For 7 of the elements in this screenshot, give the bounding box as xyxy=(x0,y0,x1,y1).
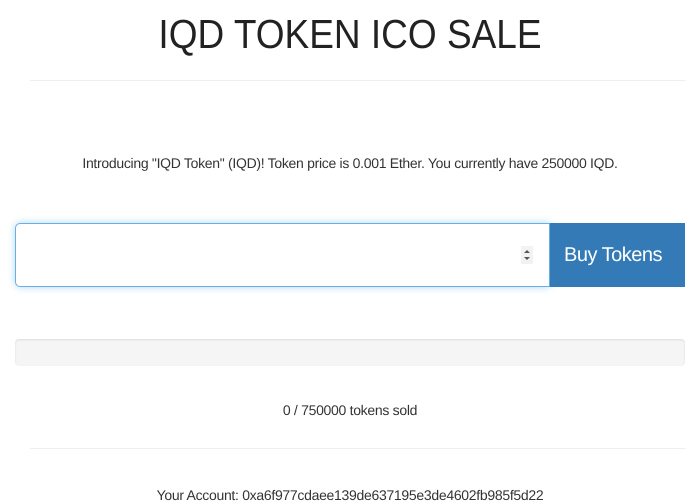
intro-text: Introducing "IQD Token" (IQD)! Token price is 0.001 Ether. You currently have 250000 IQD. xyxy=(81,154,619,173)
buy-tokens-button[interactable]: Buy Tokens xyxy=(550,223,685,287)
page-title: IQD TOKEN ICO SALE xyxy=(157,10,543,59)
token-amount-field[interactable] xyxy=(15,223,550,287)
spinner-icon[interactable] xyxy=(521,246,533,264)
account-text: Your Account: 0xa6f977cdaee139de637195e3de4602fb985f5d22 xyxy=(156,486,544,504)
tokens-sold-text: 0 / 750000 tokens sold xyxy=(282,401,418,420)
